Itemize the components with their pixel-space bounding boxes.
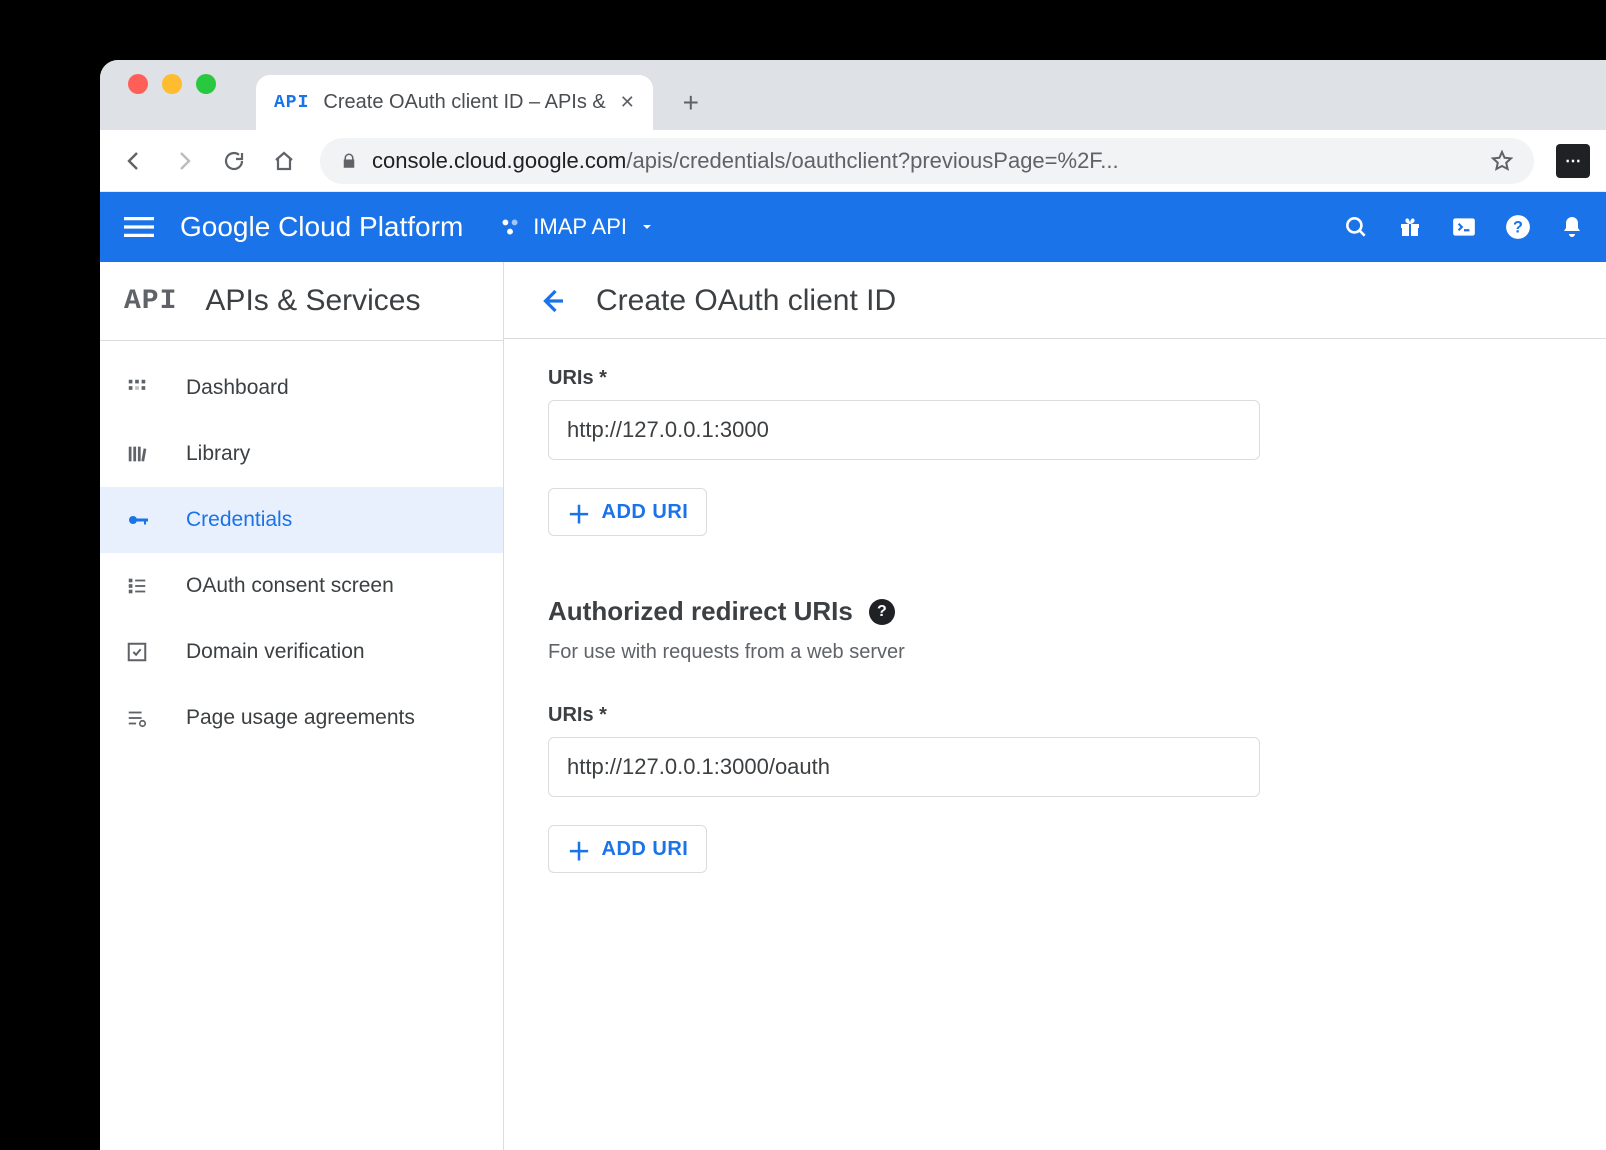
add-uri-button-label: ADD URI	[602, 838, 689, 861]
gcp-logo-google: Google	[180, 211, 270, 242]
add-uri-button-2[interactable]: ＋ ADD URI	[548, 825, 707, 873]
authorized-redirect-heading-text: Authorized redirect URIs	[548, 596, 853, 627]
close-tab-icon[interactable]: ✕	[620, 92, 635, 113]
project-icon	[499, 216, 521, 238]
sidebar: API APIs & Services Dashboard Library	[100, 262, 504, 1150]
project-name: IMAP API	[533, 214, 627, 240]
address-bar[interactable]: console.cloud.google.com/apis/credential…	[320, 138, 1534, 184]
authorized-js-origins-section: URIs * ＋ ADD URI	[548, 367, 1260, 536]
back-button[interactable]	[120, 147, 148, 175]
gift-icon[interactable]	[1396, 213, 1424, 241]
js-origin-uri-input[interactable]	[548, 400, 1260, 460]
gcp-logo: Google Cloud Platform	[180, 211, 463, 243]
bookmark-star-icon[interactable]	[1490, 149, 1514, 173]
cloud-shell-icon[interactable]	[1450, 213, 1478, 241]
close-window-button[interactable]	[128, 74, 148, 94]
main: Create OAuth client ID URIs * ＋ ADD URI …	[504, 262, 1606, 1150]
project-picker[interactable]: IMAP API	[499, 214, 655, 240]
uris-label: URIs *	[548, 367, 1260, 390]
url-text: console.cloud.google.com/apis/credential…	[372, 148, 1119, 174]
help-icon[interactable]: ?	[1504, 213, 1532, 241]
uris-label-2: URIs *	[548, 704, 1260, 727]
hamburger-menu-icon[interactable]	[124, 212, 154, 242]
url-path: /apis/credentials/oauthclient?previousPa…	[626, 148, 1118, 173]
sidebar-item-domain-verification[interactable]: Domain verification	[100, 619, 503, 685]
gcp-logo-rest: Cloud Platform	[270, 211, 463, 242]
minimize-window-button[interactable]	[162, 74, 182, 94]
url-host: console.cloud.google.com	[372, 148, 626, 173]
svg-text:?: ?	[1513, 218, 1523, 236]
authorized-redirect-heading: Authorized redirect URIs ?	[548, 596, 1260, 627]
sidebar-item-dashboard[interactable]: Dashboard	[100, 355, 503, 421]
plus-icon: ＋	[567, 495, 592, 530]
more-icon: ⋯	[1565, 151, 1581, 171]
nav: Dashboard Library Credentials	[100, 341, 503, 751]
sidebar-item-page-usage[interactable]: Page usage agreements	[100, 685, 503, 751]
maximize-window-button[interactable]	[196, 74, 216, 94]
browser-window: API Create OAuth client ID – APIs & ✕ + …	[100, 60, 1606, 1150]
search-icon[interactable]	[1342, 213, 1370, 241]
authorized-redirect-subtext: For use with requests from a web server	[548, 641, 1260, 664]
list-settings-icon	[126, 707, 154, 729]
sidebar-item-label: Library	[186, 442, 250, 466]
section-title: API APIs & Services	[100, 262, 503, 341]
back-arrow-icon[interactable]	[538, 286, 568, 316]
sidebar-item-label: Domain verification	[186, 640, 365, 664]
add-uri-button-label: ADD URI	[602, 501, 689, 524]
content-area: API APIs & Services Dashboard Library	[100, 262, 1606, 1150]
check-icon	[126, 641, 154, 663]
extension-button[interactable]: ⋯	[1556, 144, 1590, 178]
key-icon	[126, 508, 154, 532]
redirect-uri-input[interactable]	[548, 737, 1260, 797]
authorized-redirect-section: URIs * ＋ ADD URI	[548, 704, 1260, 873]
section-title-text: APIs & Services	[205, 284, 420, 318]
home-button[interactable]	[270, 147, 298, 175]
gcp-header: Google Cloud Platform IMAP API ?	[100, 192, 1606, 262]
sidebar-item-library[interactable]: Library	[100, 421, 503, 487]
plus-icon: ＋	[567, 832, 592, 867]
dropdown-caret-icon	[639, 219, 655, 235]
browser-toolbar: console.cloud.google.com/apis/credential…	[100, 130, 1606, 192]
tab-title: Create OAuth client ID – APIs &	[323, 91, 605, 114]
main-header: Create OAuth client ID	[504, 262, 1606, 339]
reload-button[interactable]	[220, 147, 248, 175]
forward-button	[170, 147, 198, 175]
tab-strip: API Create OAuth client ID – APIs & ✕ +	[100, 60, 1606, 130]
dashboard-icon	[126, 377, 154, 399]
sidebar-item-oauth-consent[interactable]: OAuth consent screen	[100, 553, 503, 619]
page-title: Create OAuth client ID	[596, 284, 896, 318]
add-uri-button[interactable]: ＋ ADD URI	[548, 488, 707, 536]
new-tab-button[interactable]: +	[671, 75, 711, 130]
library-icon	[126, 443, 154, 465]
form-area: URIs * ＋ ADD URI Authorized redirect URI…	[504, 339, 1304, 973]
sidebar-item-label: OAuth consent screen	[186, 574, 394, 598]
notifications-icon[interactable]	[1558, 213, 1586, 241]
api-badge-icon: API	[124, 286, 177, 317]
window-controls	[120, 60, 216, 130]
consent-icon	[126, 575, 154, 597]
tab-favicon-icon: API	[274, 93, 309, 113]
browser-tab[interactable]: API Create OAuth client ID – APIs & ✕	[256, 75, 653, 130]
sidebar-item-credentials[interactable]: Credentials	[100, 487, 503, 553]
sidebar-item-label: Dashboard	[186, 376, 289, 400]
sidebar-item-label: Credentials	[186, 508, 292, 532]
sidebar-item-label: Page usage agreements	[186, 706, 415, 730]
lock-icon	[340, 152, 358, 170]
help-tooltip-icon[interactable]: ?	[869, 599, 895, 625]
